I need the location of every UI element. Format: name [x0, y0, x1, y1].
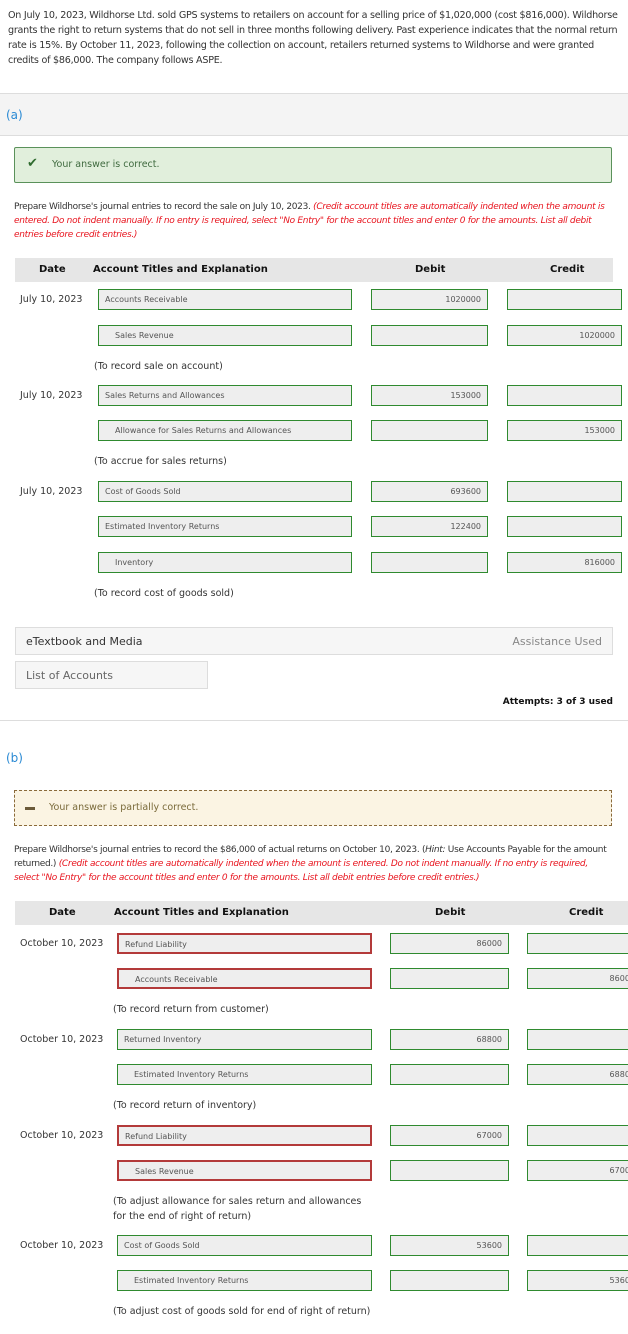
credit-input[interactable]: 53600: [527, 1270, 628, 1291]
account-title-value: Sales Revenue: [115, 331, 174, 340]
debit-input[interactable]: [371, 552, 488, 573]
account-title-input[interactable]: Estimated Inventory Returns: [117, 1270, 372, 1291]
debit-input[interactable]: 1020000: [371, 289, 488, 310]
account-title-input[interactable]: Returned Inventory: [117, 1029, 372, 1050]
entry-date: October 10, 2023: [20, 1130, 104, 1141]
etextbook-media-button[interactable]: eTextbook and Media Assistance Used: [15, 627, 613, 655]
account-title-input[interactable]: Allowance for Sales Returns and Allowanc…: [98, 420, 352, 441]
debit-input[interactable]: 693600: [371, 481, 488, 502]
status-text: Your answer is partially correct.: [49, 802, 199, 813]
attempts-text: Attempts: 3 of 3 used: [502, 697, 613, 707]
part-b-label: (b): [6, 751, 23, 765]
account-title-value: Accounts Receivable: [105, 295, 188, 304]
check-icon: ✔: [27, 156, 38, 171]
credit-input[interactable]: [527, 933, 628, 954]
entry-explanation: (To adjust allowance for sales return an…: [113, 1196, 362, 1222]
assistance-used: Assistance Used: [512, 635, 602, 648]
entry-explanation: (To record cost of goods sold): [94, 588, 234, 599]
account-title-input[interactable]: Inventory: [98, 552, 352, 573]
account-title-input[interactable]: Refund Liability: [117, 933, 372, 954]
credit-input[interactable]: [527, 1029, 628, 1050]
credit-input[interactable]: 153000: [507, 420, 622, 441]
credit-input[interactable]: 68800: [527, 1064, 628, 1085]
credit-input[interactable]: 86000: [527, 968, 628, 989]
account-title-input[interactable]: Sales Revenue: [98, 325, 352, 346]
table-header-b: Date Account Titles and Explanation Debit C…: [15, 901, 628, 925]
account-title-value: Cost of Goods Sold: [124, 1241, 200, 1250]
entry-explanation: (To record return from customer): [113, 1004, 269, 1015]
part-b-header: (b): [0, 736, 628, 779]
instruction-a: Prepare Wildhorse's journal entries to r…: [14, 202, 605, 240]
table-header-a: Date Account Titles and Explanation Debit C…: [15, 258, 613, 282]
credit-input[interactable]: 67000: [527, 1160, 628, 1181]
account-title-value: Sales Revenue: [135, 1167, 194, 1176]
entry-date: October 10, 2023: [20, 1034, 104, 1045]
account-title-input[interactable]: Sales Returns and Allowances: [98, 385, 352, 406]
entry-date: October 10, 2023: [20, 938, 104, 949]
entry-date: July 10, 2023: [20, 486, 83, 497]
part-a-label: (a): [6, 108, 23, 122]
credit-input[interactable]: 816000: [507, 552, 622, 573]
account-title-input[interactable]: Accounts Receivable: [117, 968, 372, 989]
credit-input[interactable]: 1020000: [507, 325, 622, 346]
credit-input[interactable]: [507, 289, 622, 310]
debit-input[interactable]: 122400: [371, 516, 488, 537]
entry-explanation: (To record return of inventory): [113, 1100, 257, 1111]
account-title-input[interactable]: Refund Liability: [117, 1125, 372, 1146]
entry-date: July 10, 2023: [20, 294, 83, 305]
minus-icon: [25, 807, 35, 810]
account-title-value: Refund Liability: [125, 940, 187, 949]
part-a-header: (a): [0, 93, 628, 136]
debit-input[interactable]: 67000: [390, 1125, 509, 1146]
account-title-input[interactable]: Cost of Goods Sold: [98, 481, 352, 502]
entry-explanation: (To accrue for sales returns): [94, 456, 227, 467]
debit-input[interactable]: [371, 420, 488, 441]
credit-input[interactable]: [507, 516, 622, 537]
account-title-value: Refund Liability: [125, 1132, 187, 1141]
account-title-value: Allowance for Sales Returns and Allowanc…: [115, 426, 292, 435]
account-title-input[interactable]: Sales Revenue: [117, 1160, 372, 1181]
account-title-value: Estimated Inventory Returns: [134, 1070, 249, 1079]
account-title-value: Estimated Inventory Returns: [134, 1276, 249, 1285]
account-title-input[interactable]: Estimated Inventory Returns: [98, 516, 352, 537]
debit-input[interactable]: 153000: [371, 385, 488, 406]
account-title-input[interactable]: Estimated Inventory Returns: [117, 1064, 372, 1085]
debit-input[interactable]: [390, 1270, 509, 1291]
entry-date: July 10, 2023: [20, 390, 83, 401]
entry-date: October 10, 2023: [20, 1240, 104, 1251]
credit-input[interactable]: [527, 1125, 628, 1146]
debit-input[interactable]: 68800: [390, 1029, 509, 1050]
status-partial-banner: Your answer is partially correct.: [14, 790, 612, 826]
account-title-input[interactable]: Accounts Receivable: [98, 289, 352, 310]
account-title-input[interactable]: Cost of Goods Sold: [117, 1235, 372, 1256]
instruction-b: Prepare Wildhorse's journal entries to r…: [14, 845, 607, 883]
account-title-value: Estimated Inventory Returns: [105, 522, 220, 531]
debit-input[interactable]: [390, 1064, 509, 1085]
account-title-value: Returned Inventory: [124, 1035, 202, 1044]
account-title-value: Sales Returns and Allowances: [105, 391, 225, 400]
list-of-accounts-button[interactable]: List of Accounts: [15, 661, 208, 689]
credit-input[interactable]: [507, 385, 622, 406]
debit-input[interactable]: [371, 325, 488, 346]
debit-input[interactable]: 53600: [390, 1235, 509, 1256]
entry-explanation: (To record sale on account): [94, 361, 223, 372]
credit-input[interactable]: [527, 1235, 628, 1256]
credit-input[interactable]: [507, 481, 622, 502]
debit-input[interactable]: [390, 1160, 509, 1181]
account-title-value: Inventory: [115, 558, 154, 567]
account-title-value: Accounts Receivable: [135, 975, 218, 984]
account-title-value: Cost of Goods Sold: [105, 487, 181, 496]
entry-explanation: (To adjust cost of goods sold for end of…: [113, 1306, 371, 1317]
debit-input[interactable]: [390, 968, 509, 989]
status-text: Your answer is correct.: [52, 159, 160, 170]
status-correct-banner: ✔ Your answer is correct.: [14, 147, 612, 183]
debit-input[interactable]: 86000: [390, 933, 509, 954]
problem-statement: On July 10, 2023, Wildhorse Ltd. sold GP…: [8, 10, 618, 66]
